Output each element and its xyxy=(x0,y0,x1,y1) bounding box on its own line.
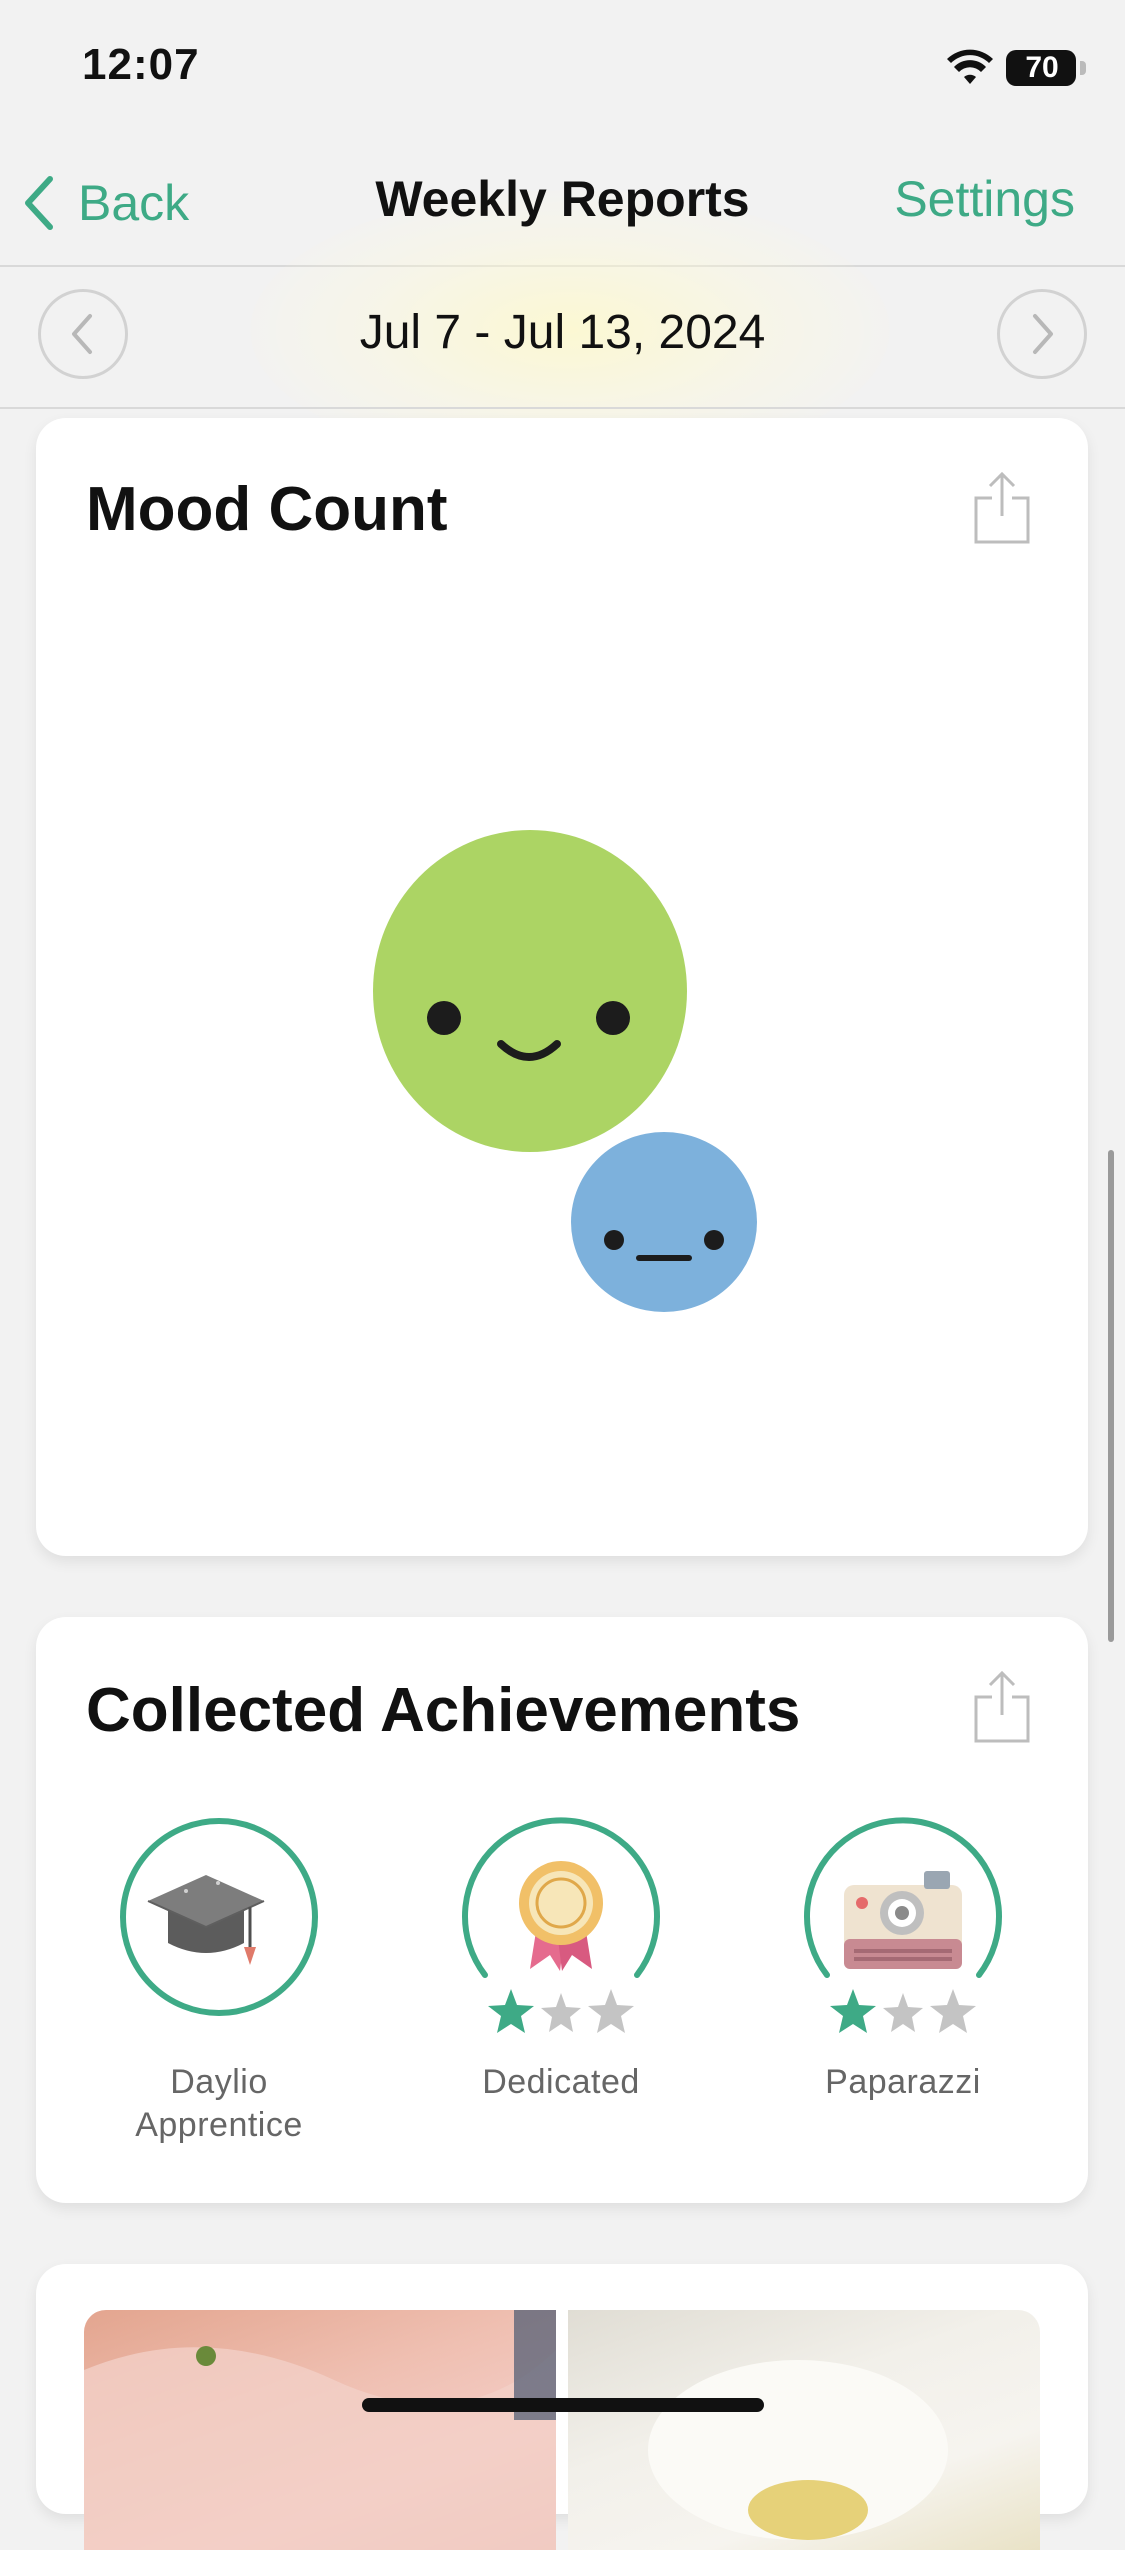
star-icon xyxy=(541,1993,581,2032)
smiling-face-icon xyxy=(427,1001,630,1061)
wifi-icon xyxy=(947,49,993,84)
achievement-label: Paparazzi xyxy=(825,2063,981,2101)
battery-icon: 70 xyxy=(1006,50,1086,86)
star-icon xyxy=(488,1989,534,2033)
star-icon xyxy=(588,1989,634,2033)
star-icon xyxy=(930,1989,976,2033)
achievements-card: Collected Achievements Daylio Apprentice xyxy=(36,1617,1088,2203)
achievement-dedicated[interactable]: Dedicated xyxy=(436,1817,686,2147)
date-selector: Jul 7 - Jul 13, 2024 xyxy=(0,267,1125,409)
status-bar: 12:07 70 xyxy=(0,0,1125,140)
battery-level: 70 xyxy=(1025,51,1059,84)
achievements-title: Collected Achievements xyxy=(86,1676,801,1745)
navigation-bar: Back Weekly Reports Settings xyxy=(0,140,1125,470)
achievement-daylio-apprentice[interactable]: Daylio Apprentice xyxy=(94,1817,344,2147)
graduation-cap-icon xyxy=(147,1875,265,1965)
star-icon xyxy=(830,1989,876,2033)
neutral-face-icon xyxy=(604,1230,724,1261)
achievement-label: Dedicated xyxy=(482,2063,640,2101)
status-time: 12:07 xyxy=(82,40,200,89)
chevron-right-icon xyxy=(1033,314,1053,354)
mood-meh-bubble xyxy=(571,1132,757,1312)
star-rating xyxy=(488,1989,634,2033)
achievement-label: Daylio Apprentice xyxy=(135,2063,303,2144)
home-indicator[interactable] xyxy=(362,2398,764,2412)
award-ribbon-icon xyxy=(519,1861,603,1971)
share-icon[interactable] xyxy=(972,470,1032,546)
photo-thumbnail[interactable] xyxy=(568,2310,1040,2550)
star-rating xyxy=(830,1989,976,2033)
photo-thumbnail[interactable] xyxy=(84,2310,556,2550)
star-icon xyxy=(883,1993,923,2032)
share-icon[interactable] xyxy=(972,1669,1032,1745)
mood-count-title: Mood Count xyxy=(86,475,448,544)
mood-good-bubble xyxy=(373,830,687,1152)
instant-camera-icon xyxy=(844,1871,962,1969)
scrollbar[interactable] xyxy=(1108,1150,1114,1642)
mood-count-card: Mood Count xyxy=(36,418,1088,1556)
photos-card xyxy=(36,2264,1088,2550)
date-range: Jul 7 - Jul 13, 2024 xyxy=(359,306,766,359)
settings-button[interactable]: Settings xyxy=(894,170,1075,228)
achievement-paparazzi[interactable]: Paparazzi xyxy=(778,1817,1028,2147)
next-week-button[interactable] xyxy=(997,289,1087,379)
